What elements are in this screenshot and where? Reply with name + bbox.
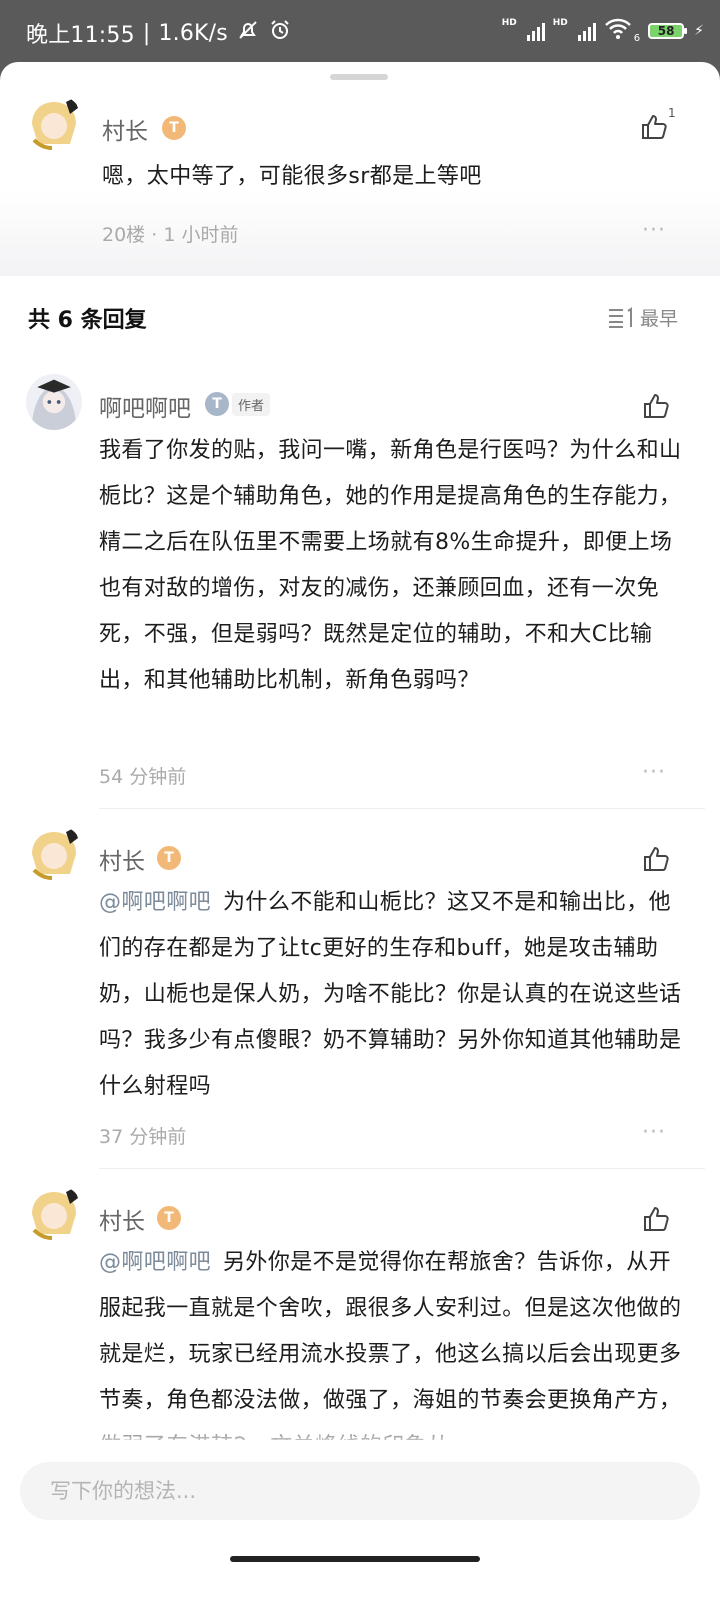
clock: 晚上11:55 xyxy=(26,23,135,48)
wifi-label: 6 xyxy=(633,33,641,44)
like-icon[interactable] xyxy=(642,391,672,421)
mute-bell-icon xyxy=(236,18,260,48)
level-badge: T xyxy=(162,116,186,140)
home-indicator[interactable] xyxy=(230,1556,480,1562)
status-left: 晚上11:55 | 1.6K/s xyxy=(26,17,292,49)
reply-time: 37 分钟前 xyxy=(99,1126,187,1148)
status-right: HD HD 6 58 ⚡ xyxy=(502,18,704,44)
mention-link[interactable]: @啊吧啊吧 xyxy=(99,1250,211,1275)
divider xyxy=(99,808,705,809)
sort-label: 最早 xyxy=(639,308,678,330)
comment-input[interactable]: 写下你的想法... xyxy=(20,1462,700,1520)
like-icon[interactable] xyxy=(640,112,670,142)
username[interactable]: 村长 xyxy=(102,112,148,146)
avatar[interactable] xyxy=(24,1184,84,1244)
hd-label: HD xyxy=(501,18,517,28)
level-badge: T xyxy=(205,392,229,416)
hd-label-2: HD xyxy=(552,18,568,28)
username[interactable]: 村长 xyxy=(99,1202,145,1236)
drag-handle[interactable] xyxy=(330,74,388,80)
alarm-icon xyxy=(268,18,292,48)
signal-icon-2 xyxy=(577,21,596,41)
like-icon[interactable] xyxy=(642,1204,672,1234)
network-speed: 1.6K/s xyxy=(158,20,228,46)
wifi-icon xyxy=(604,18,632,44)
reply-content: @啊吧啊吧 为什么不能和山栀比？这又不是和输出比，他们的存在都是为了让tc更好的生… xyxy=(99,880,683,1110)
reply-text: 另外你是不是觉得你在帮旅舍？告诉你，从开服起我一直就是个舍吹，跟很多人安利过。但… xyxy=(99,1250,682,1459)
username[interactable]: 啊吧啊吧 xyxy=(99,389,191,423)
reply-text: 为什么不能和山栀比？这又不是和输出比，他们的存在都是为了让tc更好的生存和buf… xyxy=(99,890,682,1099)
divider xyxy=(99,1168,705,1169)
reply-time: 54 分钟前 xyxy=(99,766,187,788)
reply-count: 共 6 条回复 xyxy=(28,308,147,333)
comment-time: 1 小时前 xyxy=(163,224,239,246)
reply-content: 我看了你发的贴，我问一嘴，新角色是行医吗？为什么和山栀比？这是个辅助角色，她的作… xyxy=(99,438,682,693)
mention-link[interactable]: @啊吧啊吧 xyxy=(99,890,211,915)
separator: | xyxy=(142,20,151,46)
reply-content: @啊吧啊吧 另外你是不是觉得你在帮旅舍？告诉你，从开服起我一直就是个舍吹，跟很多人… xyxy=(99,1240,683,1470)
comment-sheet: 村长 T 1 嗯，太中等了，可能很多sr都是上等吧 20楼 · 1 小时前 ··… xyxy=(0,62,720,1600)
more-icon[interactable]: ··· xyxy=(642,218,666,243)
avatar[interactable] xyxy=(26,374,82,430)
comment-meta: 20楼 · 1 小时前 xyxy=(102,220,238,247)
username[interactable]: 村长 xyxy=(99,842,145,876)
author-tag: 作者 xyxy=(232,393,271,416)
avatar[interactable] xyxy=(24,94,84,154)
meta-dot: · xyxy=(151,224,164,246)
bottom-input-bar: 写下你的想法... xyxy=(0,1440,720,1600)
like-icon[interactable] xyxy=(642,844,672,874)
level-badge: T xyxy=(157,846,181,870)
avatar[interactable] xyxy=(24,824,84,884)
sort-icon xyxy=(608,306,632,328)
status-bar: 晚上11:55 | 1.6K/s HD HD 6 58 ⚡ xyxy=(0,0,720,62)
charging-icon: ⚡ xyxy=(694,23,704,39)
sort-button[interactable]: 最早 xyxy=(608,304,678,331)
original-comment: 村长 T 1 嗯，太中等了，可能很多sr都是上等吧 20楼 · 1 小时前 ··… xyxy=(0,82,720,276)
replies-header: 共 6 条回复 最早 xyxy=(0,276,720,360)
more-icon[interactable]: ··· xyxy=(642,1120,666,1145)
level-badge: T xyxy=(157,1206,181,1230)
battery-indicator: 58 xyxy=(648,23,688,39)
comment-content: 嗯，太中等了，可能很多sr都是上等吧 xyxy=(102,164,482,189)
signal-icon xyxy=(526,21,545,41)
like-count: 1 xyxy=(668,106,676,120)
floor-number: 20楼 xyxy=(102,224,146,246)
more-icon[interactable]: ··· xyxy=(642,760,666,785)
